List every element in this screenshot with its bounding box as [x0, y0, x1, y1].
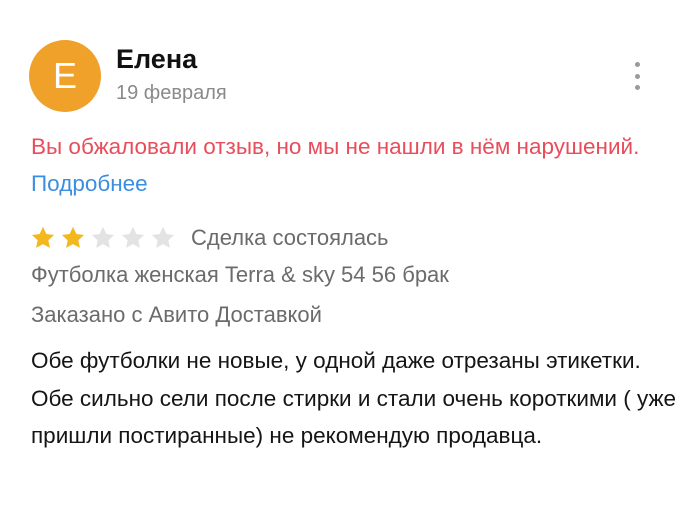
details-link[interactable]: Подробнее	[31, 171, 148, 196]
star-empty-icon	[151, 226, 175, 248]
review-date: 19 февраля	[116, 82, 227, 104]
star-empty-icon	[91, 226, 115, 248]
review-text: Обе футболки не новые, у одной даже отре…	[31, 348, 677, 448]
star-filled-icon	[31, 226, 55, 248]
moderation-notice: Вы обжаловали отзыв, но мы не нашли в нё…	[31, 128, 671, 202]
product-title[interactable]: Футболка женская Terra & sky 54 56 брак	[31, 262, 449, 288]
more-vertical-icon[interactable]	[625, 58, 649, 94]
star-empty-icon	[121, 226, 145, 248]
avatar[interactable]: Е	[29, 40, 101, 112]
menu-dot	[634, 62, 640, 67]
star-filled-icon	[61, 226, 85, 248]
menu-dot	[634, 85, 640, 90]
delivery-info: Заказано с Авито Доставкой	[31, 302, 322, 327]
rating-row: Сделка состоялась	[29, 224, 389, 252]
author-name[interactable]: Елена	[116, 44, 197, 75]
menu-dot	[634, 73, 640, 79]
moderation-notice-text: Вы обжаловали отзыв, но мы не нашли в нё…	[31, 134, 640, 159]
deal-status: Сделка состоялась	[191, 225, 389, 250]
star-rating	[29, 224, 179, 252]
avatar-initial: Е	[52, 55, 77, 96]
